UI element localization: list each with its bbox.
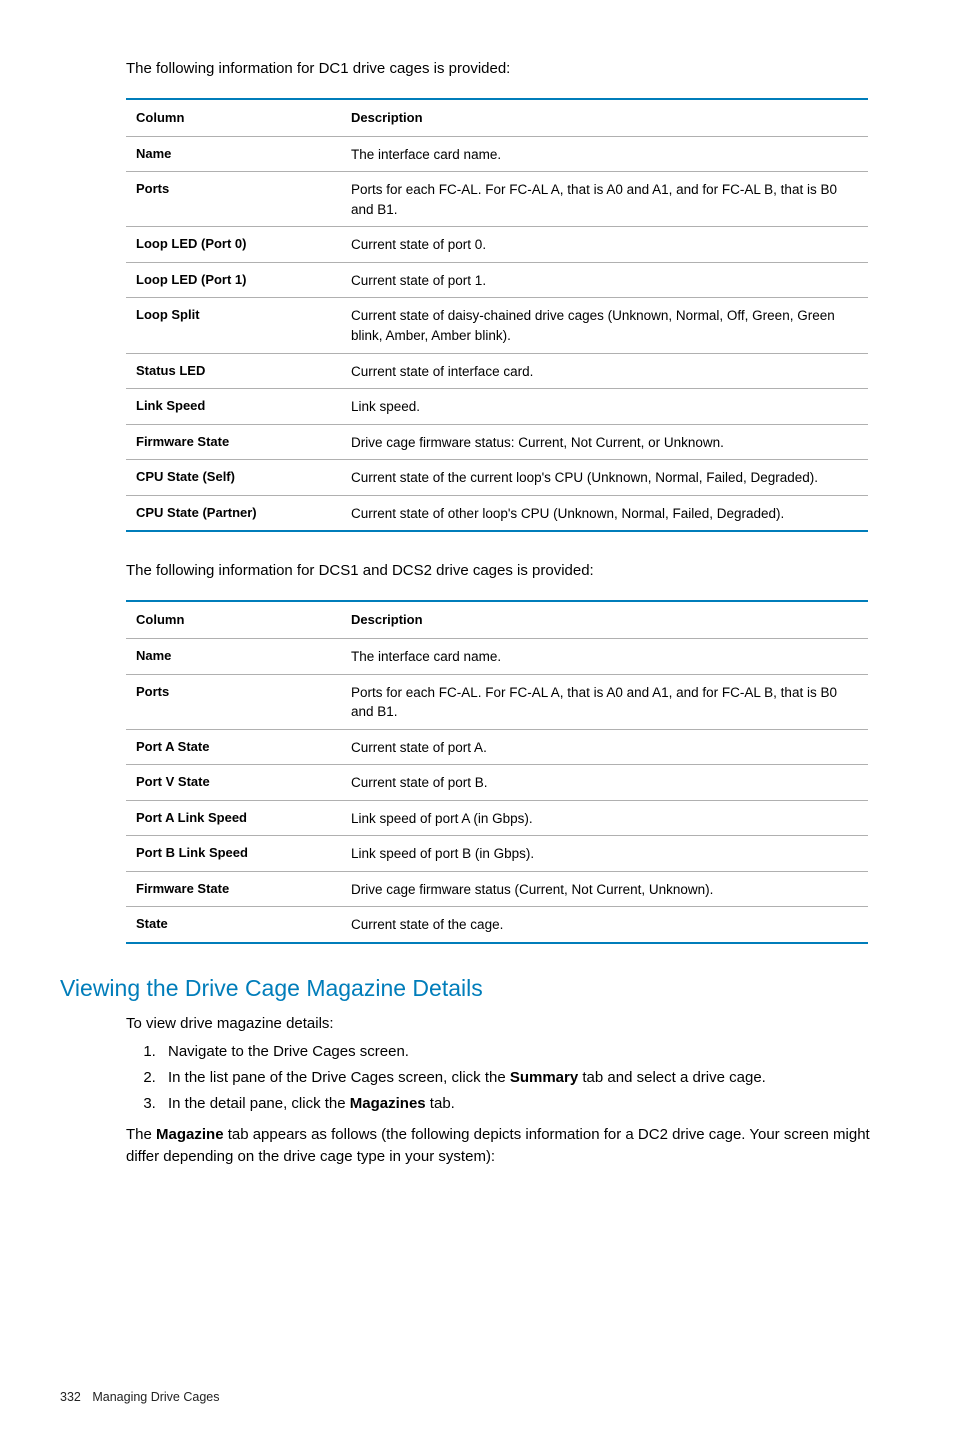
row-description: Link speed of port B (in Gbps). xyxy=(341,836,868,872)
dc1-tbody: NameThe interface card name.PortsPorts f… xyxy=(126,136,868,531)
row-description: Drive cage firmware status (Current, Not… xyxy=(341,871,868,907)
row-column-name: Firmware State xyxy=(126,871,341,907)
table-row: Status LEDCurrent state of interface car… xyxy=(126,353,868,389)
table-row: CPU State (Self)Current state of the cur… xyxy=(126,460,868,496)
row-description: Ports for each FC-AL. For FC-AL A, that … xyxy=(341,674,868,729)
step-3-part-c: tab. xyxy=(426,1095,455,1112)
row-description: Current state of other loop's CPU (Unkno… xyxy=(341,495,868,531)
row-column-name: Loop Split xyxy=(126,298,341,353)
row-description: Current state of the cage. xyxy=(341,907,868,943)
section-heading: Viewing the Drive Cage Magazine Details xyxy=(60,972,894,1005)
row-column-name: Ports xyxy=(126,674,341,729)
row-description: Ports for each FC-AL. For FC-AL A, that … xyxy=(341,172,868,227)
step-3: In the detail pane, click the Magazines … xyxy=(160,1093,894,1115)
steps-list: Navigate to the Drive Cages screen. In t… xyxy=(126,1041,894,1114)
page-number: 332 xyxy=(60,1388,81,1406)
table-row: Firmware StateDrive cage firmware status… xyxy=(126,424,868,460)
step-1: Navigate to the Drive Cages screen. xyxy=(160,1041,894,1063)
row-description: Current state of port A. xyxy=(341,729,868,765)
step-2: In the list pane of the Drive Cages scre… xyxy=(160,1067,894,1089)
body2-bold: Magazine xyxy=(156,1126,224,1143)
dcs-tbody: NameThe interface card name.PortsPorts f… xyxy=(126,638,868,943)
footer-title: Managing Drive Cages xyxy=(92,1390,219,1404)
table-row: Loop SplitCurrent state of daisy-chained… xyxy=(126,298,868,353)
row-column-name: Port V State xyxy=(126,765,341,801)
dcs-header-description: Description xyxy=(341,601,868,638)
row-description: The interface card name. xyxy=(341,136,868,172)
table-row: Port A StateCurrent state of port A. xyxy=(126,729,868,765)
row-column-name: Link Speed xyxy=(126,389,341,425)
table-row: Loop LED (Port 1)Current state of port 1… xyxy=(126,262,868,298)
table-row: Port B Link SpeedLink speed of port B (i… xyxy=(126,836,868,872)
row-column-name: Port B Link Speed xyxy=(126,836,341,872)
row-column-name: Name xyxy=(126,136,341,172)
row-description: Current state of daisy-chained drive cag… xyxy=(341,298,868,353)
row-description: Link speed of port A (in Gbps). xyxy=(341,800,868,836)
row-column-name: CPU State (Self) xyxy=(126,460,341,496)
body2-a: The xyxy=(126,1126,156,1143)
table-row: NameThe interface card name. xyxy=(126,136,868,172)
row-column-name: Loop LED (Port 1) xyxy=(126,262,341,298)
table-row: Link SpeedLink speed. xyxy=(126,389,868,425)
row-description: Current state of port 1. xyxy=(341,262,868,298)
table-row: Firmware StateDrive cage firmware status… xyxy=(126,871,868,907)
table-row: NameThe interface card name. xyxy=(126,638,868,674)
row-column-name: CPU State (Partner) xyxy=(126,495,341,531)
row-description: Current state of the current loop's CPU … xyxy=(341,460,868,496)
dc1-table: Column Description NameThe interface car… xyxy=(126,98,868,533)
table-row: Port A Link SpeedLink speed of port A (i… xyxy=(126,800,868,836)
table-row: Port V StateCurrent state of port B. xyxy=(126,765,868,801)
step-3-part-a: In the detail pane, click the xyxy=(168,1095,350,1112)
row-column-name: Loop LED (Port 0) xyxy=(126,227,341,263)
dc1-header-description: Description xyxy=(341,99,868,136)
row-column-name: State xyxy=(126,907,341,943)
row-description: Link speed. xyxy=(341,389,868,425)
intro-text-2: The following information for DCS1 and D… xyxy=(126,560,894,582)
table-row: CPU State (Partner)Current state of othe… xyxy=(126,495,868,531)
row-description: Drive cage firmware status: Current, Not… xyxy=(341,424,868,460)
row-column-name: Port A State xyxy=(126,729,341,765)
row-column-name: Status LED xyxy=(126,353,341,389)
row-column-name: Ports xyxy=(126,172,341,227)
table-row: Loop LED (Port 0)Current state of port 0… xyxy=(126,227,868,263)
table-row: PortsPorts for each FC-AL. For FC-AL A, … xyxy=(126,172,868,227)
row-description: Current state of interface card. xyxy=(341,353,868,389)
step-2-part-c: tab and select a drive cage. xyxy=(578,1069,766,1086)
step-3-bold: Magazines xyxy=(350,1095,426,1112)
body-text-2: The Magazine tab appears as follows (the… xyxy=(126,1124,894,1168)
body-text-1: To view drive magazine details: xyxy=(126,1013,894,1035)
row-description: Current state of port 0. xyxy=(341,227,868,263)
step-2-part-a: In the list pane of the Drive Cages scre… xyxy=(168,1069,510,1086)
table-row: PortsPorts for each FC-AL. For FC-AL A, … xyxy=(126,674,868,729)
row-description: Current state of port B. xyxy=(341,765,868,801)
table-row: StateCurrent state of the cage. xyxy=(126,907,868,943)
row-description: The interface card name. xyxy=(341,638,868,674)
row-column-name: Name xyxy=(126,638,341,674)
body2-c: tab appears as follows (the following de… xyxy=(126,1126,870,1165)
dcs-table: Column Description NameThe interface car… xyxy=(126,600,868,944)
intro-text-1: The following information for DC1 drive … xyxy=(126,58,894,80)
dc1-header-column: Column xyxy=(126,99,341,136)
row-column-name: Port A Link Speed xyxy=(126,800,341,836)
row-column-name: Firmware State xyxy=(126,424,341,460)
step-2-bold: Summary xyxy=(510,1069,578,1086)
dcs-header-column: Column xyxy=(126,601,341,638)
page-footer: 332 Managing Drive Cages xyxy=(60,1388,894,1406)
